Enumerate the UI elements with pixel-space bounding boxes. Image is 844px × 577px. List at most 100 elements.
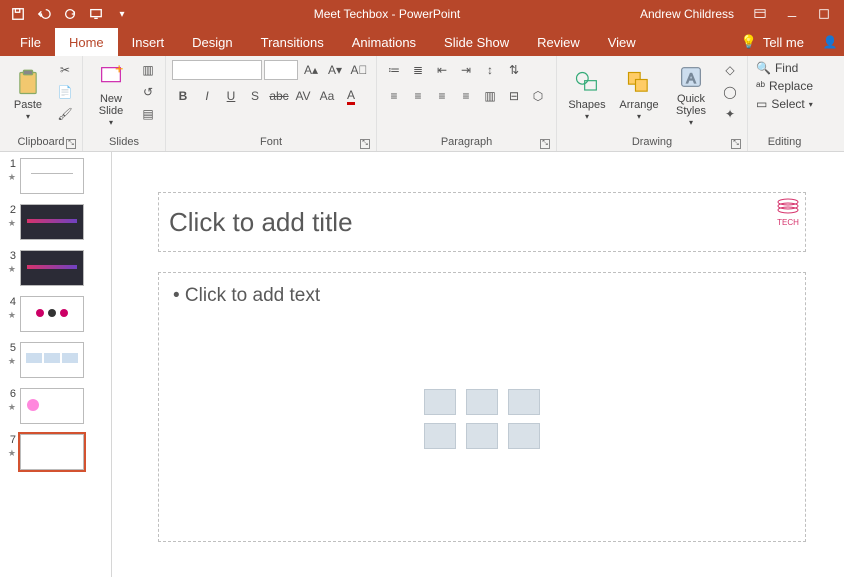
- clear-formatting-icon[interactable]: A⃠: [348, 60, 370, 80]
- chevron-down-icon: ▾: [109, 119, 113, 128]
- save-icon[interactable]: [6, 2, 30, 26]
- insert-online-pictures-icon[interactable]: [466, 423, 498, 449]
- copy-icon[interactable]: 📄: [54, 82, 76, 102]
- decrease-font-icon[interactable]: A▾: [324, 60, 346, 80]
- insert-video-icon[interactable]: [508, 423, 540, 449]
- thumbnail-row[interactable]: 6★: [4, 388, 107, 424]
- bullets-icon[interactable]: ≔: [383, 60, 405, 80]
- shape-fill-icon[interactable]: ◇: [719, 60, 741, 80]
- shape-effects-icon[interactable]: ✦: [719, 104, 741, 124]
- title-placeholder[interactable]: Click to add title: [158, 192, 806, 252]
- font-name-input[interactable]: [172, 60, 262, 80]
- thumbnail-row[interactable]: 2★: [4, 204, 107, 240]
- decrease-indent-icon[interactable]: ⇤: [431, 60, 453, 80]
- slide-canvas[interactable]: Click to add title TECH • Click to add t…: [112, 152, 844, 577]
- paste-button[interactable]: Paste ▾: [6, 60, 50, 130]
- format-painter-icon[interactable]: 🖌: [54, 104, 76, 124]
- slide-thumbnail[interactable]: [20, 296, 84, 332]
- bold-icon[interactable]: B: [172, 86, 194, 106]
- insert-table-icon[interactable]: [424, 389, 456, 415]
- quick-styles-button[interactable]: A Quick Styles▾: [667, 60, 715, 130]
- thumbnail-row[interactable]: 7★: [4, 434, 107, 470]
- tab-transitions[interactable]: Transitions: [247, 28, 338, 56]
- tab-view[interactable]: View: [594, 28, 650, 56]
- tab-file[interactable]: File: [6, 28, 55, 56]
- ribbon: Paste ▾ ✂ 📄 🖌 Clipboard⤡ New Slide ▾ ▥ ↺…: [0, 56, 844, 152]
- animation-star-icon: ★: [8, 402, 16, 413]
- tab-review[interactable]: Review: [523, 28, 594, 56]
- justify-icon[interactable]: ≡: [455, 86, 477, 106]
- slide-thumbnail[interactable]: [20, 342, 84, 378]
- font-size-input[interactable]: [264, 60, 298, 80]
- font-launcher-icon[interactable]: ⤡: [360, 139, 370, 149]
- shadow-icon[interactable]: S: [244, 86, 266, 106]
- redo-icon[interactable]: [58, 2, 82, 26]
- tab-insert[interactable]: Insert: [118, 28, 179, 56]
- line-spacing-icon[interactable]: ↕: [479, 60, 501, 80]
- thumb-number: 7: [10, 434, 16, 446]
- align-text-icon[interactable]: ⊟: [503, 86, 525, 106]
- start-from-beginning-icon[interactable]: [84, 2, 108, 26]
- layout-icon[interactable]: ▥: [137, 60, 159, 80]
- thumbnail-row[interactable]: 1★: [4, 158, 107, 194]
- share-icon[interactable]: 👤: [816, 28, 844, 56]
- select-button[interactable]: ▭Select▾: [754, 96, 815, 112]
- align-right-icon[interactable]: ≡: [431, 86, 453, 106]
- slide-thumbnail[interactable]: [20, 158, 84, 194]
- smartart-icon[interactable]: ⬡: [527, 86, 549, 106]
- shapes-label: Shapes: [568, 99, 605, 111]
- window-controls: [746, 2, 838, 26]
- slide-thumbnail[interactable]: [20, 388, 84, 424]
- replace-button[interactable]: ᵃᵇReplace: [754, 78, 815, 94]
- select-label: Select: [771, 97, 804, 111]
- thumbnail-row[interactable]: 3★: [4, 250, 107, 286]
- thumb-number: 5: [10, 342, 16, 354]
- find-button[interactable]: 🔍Find: [754, 60, 800, 76]
- tab-animations[interactable]: Animations: [338, 28, 430, 56]
- shape-outline-icon[interactable]: ◯: [719, 82, 741, 102]
- animation-star-icon: ★: [8, 172, 16, 183]
- drawing-launcher-icon[interactable]: ⤡: [731, 139, 741, 149]
- insert-chart-icon[interactable]: [466, 389, 498, 415]
- insert-pictures-icon[interactable]: [424, 423, 456, 449]
- align-center-icon[interactable]: ≡: [407, 86, 429, 106]
- thumbnail-row[interactable]: 4★: [4, 296, 107, 332]
- maximize-icon[interactable]: [810, 2, 838, 26]
- underline-icon[interactable]: U: [220, 86, 242, 106]
- tell-me[interactable]: 💡 Tell me: [729, 28, 816, 56]
- qat-customize-icon[interactable]: ▾: [110, 2, 134, 26]
- shapes-button[interactable]: Shapes▾: [563, 60, 611, 130]
- increase-indent-icon[interactable]: ⇥: [455, 60, 477, 80]
- numbering-icon[interactable]: ≣: [407, 60, 429, 80]
- section-icon[interactable]: ▤: [137, 104, 159, 124]
- insert-smartart-icon[interactable]: [508, 389, 540, 415]
- slide-thumbnail[interactable]: [20, 204, 84, 240]
- cut-icon[interactable]: ✂: [54, 60, 76, 80]
- slide-thumbnail[interactable]: [20, 250, 84, 286]
- body-placeholder[interactable]: • Click to add text: [158, 272, 806, 542]
- tab-slideshow[interactable]: Slide Show: [430, 28, 523, 56]
- reset-icon[interactable]: ↺: [137, 82, 159, 102]
- align-left-icon[interactable]: ≡: [383, 86, 405, 106]
- new-slide-button[interactable]: New Slide ▾: [89, 60, 133, 130]
- columns-icon[interactable]: ▥: [479, 86, 501, 106]
- thumbnail-row[interactable]: 5★: [4, 342, 107, 378]
- slide-thumbnails[interactable]: 1★2★3★4★5★6★7★: [0, 152, 112, 577]
- tab-design[interactable]: Design: [178, 28, 246, 56]
- slide-thumbnail[interactable]: [20, 434, 84, 470]
- clipboard-launcher-icon[interactable]: ⤡: [66, 139, 76, 149]
- arrange-button[interactable]: Arrange▾: [615, 60, 663, 130]
- paragraph-launcher-icon[interactable]: ⤡: [540, 139, 550, 149]
- tab-home[interactable]: Home: [55, 28, 118, 56]
- italic-icon[interactable]: I: [196, 86, 218, 106]
- spacing-icon[interactable]: AV: [292, 86, 314, 106]
- change-case-icon[interactable]: Aa: [316, 86, 338, 106]
- minimize-icon[interactable]: [778, 2, 806, 26]
- text-direction-icon[interactable]: ⇅: [503, 60, 525, 80]
- strikethrough-icon[interactable]: abc: [268, 86, 290, 106]
- user-name[interactable]: Andrew Childress: [640, 7, 734, 21]
- increase-font-icon[interactable]: A▴: [300, 60, 322, 80]
- ribbon-display-icon[interactable]: [746, 2, 774, 26]
- font-color-icon[interactable]: A: [340, 86, 362, 106]
- undo-icon[interactable]: [32, 2, 56, 26]
